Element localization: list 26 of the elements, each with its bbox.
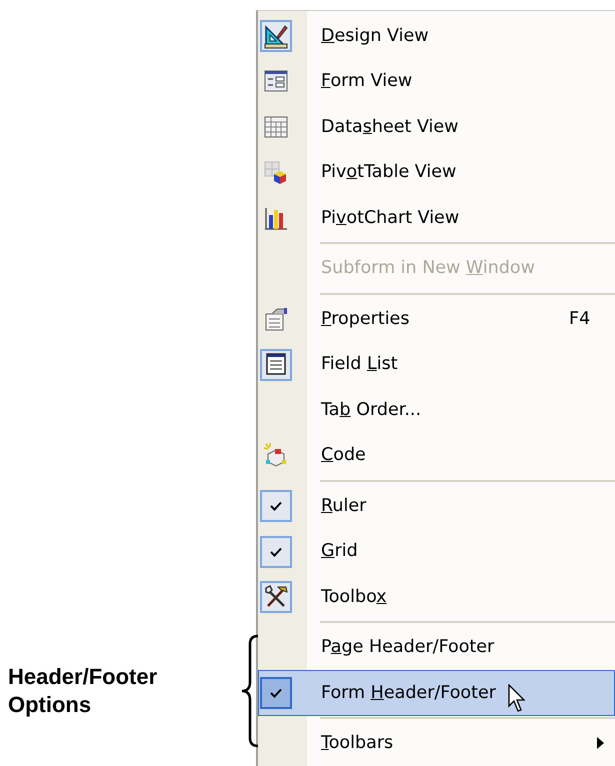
menu-item[interactable]: Datasheet View [258, 104, 615, 150]
menu-item[interactable]: Ruler [258, 483, 615, 528]
check-icon [270, 546, 282, 556]
menu-item[interactable]: Form View [258, 58, 615, 104]
form-icon [263, 68, 289, 94]
menu-item[interactable]: Page Header/Footer [258, 624, 615, 670]
menu-item[interactable]: Toolbars [258, 720, 615, 766]
cube-grid-icon [263, 159, 289, 186]
menu-item[interactable]: Grid [258, 528, 615, 574]
table-grid-icon [263, 114, 289, 140]
box-sparkle-icon [263, 442, 289, 468]
menu-item[interactable]: PivotChart View [258, 195, 615, 240]
check-icon [270, 501, 282, 511]
menu-item[interactable]: PivotTable View [258, 150, 615, 195]
menu-item[interactable]: Form Header/Footer [258, 670, 615, 716]
mouse-pointer-icon [508, 684, 526, 714]
menu-item[interactable]: Toolbox [258, 574, 615, 620]
callout-label: Header/Footer Options [8, 663, 158, 719]
menu-item[interactable]: Code [258, 432, 615, 478]
property-sheet-icon [263, 306, 289, 332]
check-icon [270, 688, 282, 698]
shortcut-text: F4 [569, 308, 590, 329]
menu-item[interactable]: Properties F4 [258, 296, 615, 342]
menu-item[interactable]: Design View [258, 13, 615, 58]
menu-item[interactable]: Tab Order... [258, 387, 615, 432]
menu-item[interactable]: Field List [258, 342, 615, 387]
